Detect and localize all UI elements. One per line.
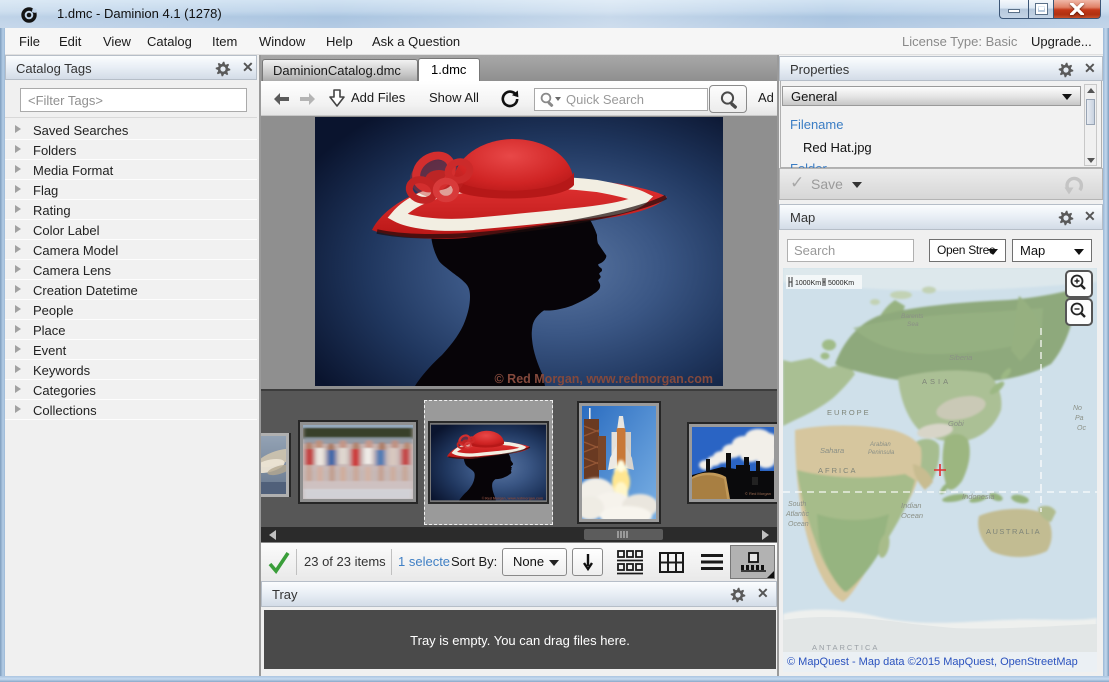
svg-text:Sahara: Sahara	[820, 446, 844, 455]
svg-text:Arabian: Arabian	[869, 442, 891, 448]
svg-text:Oc: Oc	[1077, 425, 1086, 432]
svg-text:Barents: Barents	[901, 313, 924, 320]
svg-text:ASIA: ASIA	[922, 377, 951, 386]
svg-text:Indonesia: Indonesia	[962, 492, 995, 501]
svg-text:© Red Morgan: © Red Morgan	[745, 491, 771, 496]
svg-text:© MapQuest - Map data ©2015 Ma: © MapQuest - Map data ©2015 MapQuest, Op…	[787, 656, 1078, 668]
svg-text:South: South	[788, 501, 806, 508]
svg-text:AUSTRALIA: AUSTRALIA	[986, 527, 1041, 536]
svg-text:Ocean: Ocean	[788, 521, 809, 528]
svg-text:Peninsula: Peninsula	[868, 450, 895, 456]
svg-text:Indian: Indian	[901, 501, 921, 510]
svg-text:AFRICA: AFRICA	[818, 466, 858, 475]
svg-text:1000Km: 1000Km	[795, 280, 821, 287]
svg-text:Sea: Sea	[907, 321, 919, 328]
svg-text:Siberia: Siberia	[949, 353, 972, 362]
svg-text:Gobi: Gobi	[948, 419, 964, 428]
svg-text:No: No	[1073, 405, 1082, 412]
svg-text:Pa: Pa	[1075, 415, 1084, 422]
svg-text:ANTARCTICA: ANTARCTICA	[812, 643, 879, 652]
svg-text:EUROPE: EUROPE	[827, 408, 871, 417]
svg-text:Ocean: Ocean	[901, 511, 923, 520]
svg-text:5000Km: 5000Km	[828, 280, 854, 287]
svg-text:Atlantic: Atlantic	[785, 511, 809, 518]
